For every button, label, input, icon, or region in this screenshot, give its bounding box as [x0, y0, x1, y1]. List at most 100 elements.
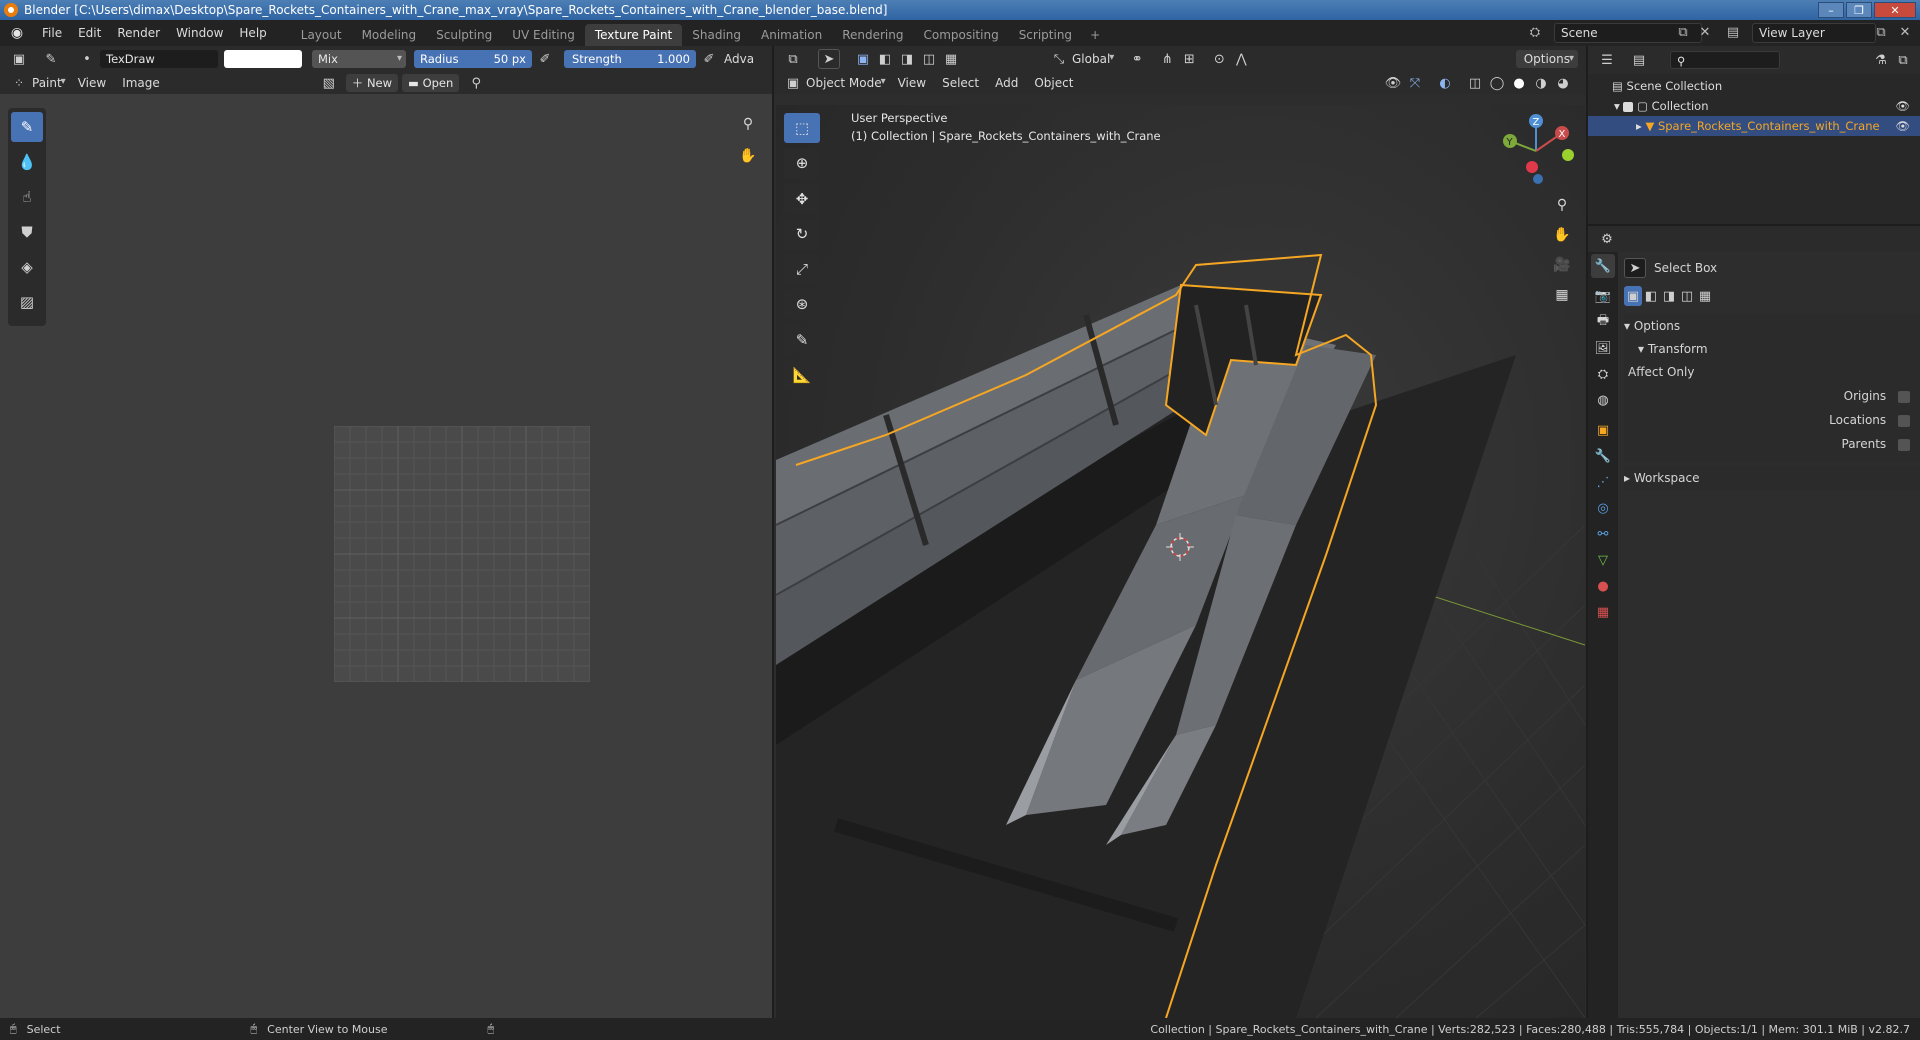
menu-help[interactable]: Help: [231, 22, 274, 44]
overlay-toggle-icon[interactable]: ◐: [1434, 73, 1456, 93]
menu-image[interactable]: Image: [114, 76, 168, 90]
tool-tab-icon[interactable]: 🔧: [1591, 254, 1615, 278]
scene-tab-icon[interactable]: ⛭: [1591, 362, 1615, 386]
smear-tool-icon[interactable]: ☝: [11, 182, 43, 212]
radius-pressure-icon[interactable]: ✐: [534, 49, 556, 69]
rendered-shading-icon[interactable]: ◕: [1552, 73, 1574, 93]
draw-tool-icon[interactable]: ✎: [11, 112, 43, 142]
3d-viewport[interactable]: User Perspective (1) Collection | Spare_…: [776, 105, 1585, 1018]
cursor-tool-icon[interactable]: ⊕: [784, 148, 820, 178]
gizmo-toggle-icon[interactable]: ⤧: [1404, 73, 1426, 93]
annotate-tool-icon[interactable]: ✎: [784, 325, 820, 355]
editor-type-icon[interactable]: ▣: [8, 49, 30, 69]
outliner-search-input[interactable]: ⚲: [1670, 51, 1780, 69]
mode-dropdown[interactable]: Paint: [30, 76, 70, 90]
falloff-icon[interactable]: ⋀: [1230, 49, 1252, 69]
output-tab-icon[interactable]: 🖶: [1591, 310, 1615, 334]
close-button[interactable]: ✕: [1874, 2, 1916, 18]
options-dropdown[interactable]: Options: [1515, 50, 1578, 68]
minimize-button[interactable]: –: [1818, 2, 1844, 18]
tab-compositing[interactable]: Compositing: [913, 24, 1008, 46]
menu-view[interactable]: View: [70, 76, 114, 90]
mode-dropdown[interactable]: Object Mode: [804, 76, 890, 90]
select-new-icon[interactable]: ▣: [1624, 286, 1642, 306]
pan-hand-icon[interactable]: ✋: [1548, 221, 1576, 249]
brush-icon[interactable]: ✎: [40, 49, 62, 69]
origins-checkbox[interactable]: [1898, 390, 1910, 403]
tab-texture-paint[interactable]: Texture Paint: [584, 24, 683, 46]
mask-tool-icon[interactable]: ▨: [11, 287, 43, 317]
world-tab-icon[interactable]: ◍: [1591, 388, 1615, 412]
pin-icon[interactable]: ⚲: [465, 73, 487, 93]
tab-scripting[interactable]: Scripting: [1009, 24, 1082, 46]
constraints-tab-icon[interactable]: ⚯: [1591, 522, 1615, 546]
soften-tool-icon[interactable]: 💧: [11, 147, 43, 177]
select-extend-icon[interactable]: ◧: [874, 49, 896, 69]
transform-subpanel-header[interactable]: ▾ Transform: [1624, 338, 1920, 360]
filter-icon[interactable]: ⚗: [1870, 50, 1892, 70]
radius-slider[interactable]: Radius 50 px: [414, 50, 532, 68]
options-panel-header[interactable]: ▾ Options: [1624, 314, 1920, 338]
blend-mode-dropdown[interactable]: Mix: [312, 50, 406, 68]
locations-checkbox[interactable]: [1898, 414, 1910, 427]
solid-shading-icon[interactable]: ●: [1508, 73, 1530, 93]
texture-tab-icon[interactable]: ▦: [1591, 600, 1615, 624]
select-intersect-icon[interactable]: ▦: [940, 49, 962, 69]
outliner-row-object[interactable]: ▸ ▼ Spare_Rockets_Containers_with_Crane …: [1588, 116, 1920, 136]
zoom-icon[interactable]: ⚲: [734, 110, 762, 138]
select-extend-icon[interactable]: ◧: [1642, 286, 1660, 306]
rotate-tool-icon[interactable]: ↻: [784, 219, 820, 249]
orientation-dropdown[interactable]: Global: [1070, 52, 1118, 66]
modifier-tab-icon[interactable]: 🔧: [1591, 444, 1615, 468]
maximize-button[interactable]: ❐: [1846, 2, 1872, 18]
menu-render[interactable]: Render: [109, 22, 168, 44]
delete-view-layer-icon[interactable]: ✕: [1896, 24, 1914, 42]
image-browse-icon[interactable]: ▧: [318, 73, 340, 93]
menu-view[interactable]: View: [890, 76, 934, 90]
brush-color-swatch[interactable]: [224, 50, 302, 68]
visibility-eye-icon[interactable]: 👁: [1895, 96, 1910, 116]
select-cursor-icon[interactable]: ➤: [818, 49, 840, 69]
menu-select[interactable]: Select: [934, 76, 987, 90]
view-layer-icon[interactable]: ▤: [1724, 24, 1742, 42]
render-tab-icon[interactable]: 📷: [1591, 284, 1615, 308]
expand-arrow-icon[interactable]: ▾: [1614, 99, 1620, 113]
pan-hand-icon[interactable]: ✋: [734, 142, 762, 170]
strength-slider[interactable]: Strength 1.000: [564, 50, 696, 68]
proportional-edit-icon[interactable]: ⊙: [1208, 49, 1230, 69]
new-scene-icon[interactable]: ⧉: [1674, 24, 1692, 42]
camera-view-icon[interactable]: 🎥: [1548, 251, 1576, 279]
snap-icon[interactable]: ⋔: [1156, 49, 1178, 69]
view-layer-field[interactable]: View Layer: [1752, 23, 1876, 43]
strength-pressure-icon[interactable]: ✐: [698, 49, 720, 69]
material-tab-icon[interactable]: ●: [1591, 574, 1615, 598]
menu-file[interactable]: File: [34, 22, 70, 44]
new-image-button[interactable]: ＋ New: [345, 74, 399, 92]
menu-add[interactable]: Add: [987, 76, 1026, 90]
material-shading-icon[interactable]: ◑: [1530, 73, 1552, 93]
editor-type-icon[interactable]: ⧉: [782, 49, 804, 69]
parents-row[interactable]: Parents: [1624, 432, 1920, 456]
view-layer-tab-icon[interactable]: 🖼: [1591, 336, 1615, 360]
tab-sculpting[interactable]: Sculpting: [426, 24, 502, 46]
select-subtract-icon[interactable]: ◨: [896, 49, 918, 69]
tab-shading[interactable]: Shading: [682, 24, 751, 46]
image-canvas-grid[interactable]: [334, 426, 590, 682]
collection-checkbox[interactable]: [1623, 101, 1634, 112]
fill-tool-icon[interactable]: ◈: [11, 252, 43, 282]
clone-tool-icon[interactable]: ⛊: [11, 217, 43, 247]
outliner-row-scene-collection[interactable]: ▤ Scene Collection: [1588, 76, 1920, 96]
tab-rendering[interactable]: Rendering: [832, 24, 913, 46]
measure-tool-icon[interactable]: 📐: [784, 360, 820, 390]
menu-edit[interactable]: Edit: [70, 22, 109, 44]
scale-tool-icon[interactable]: ⤢: [784, 254, 820, 284]
select-box-tool-icon[interactable]: ⬚: [784, 113, 820, 143]
brush-name-field[interactable]: TexDraw: [100, 50, 218, 68]
snap-target-icon[interactable]: ⊞: [1178, 49, 1200, 69]
select-intersect-icon[interactable]: ▦: [1696, 286, 1714, 306]
pivot-icon[interactable]: ⚭: [1126, 49, 1148, 69]
open-image-button[interactable]: ▬ Open: [402, 74, 460, 92]
zoom-icon[interactable]: ⚲: [1548, 191, 1576, 219]
visibility-eye-icon[interactable]: 👁: [1895, 116, 1910, 136]
particles-tab-icon[interactable]: ⋰: [1591, 470, 1615, 494]
